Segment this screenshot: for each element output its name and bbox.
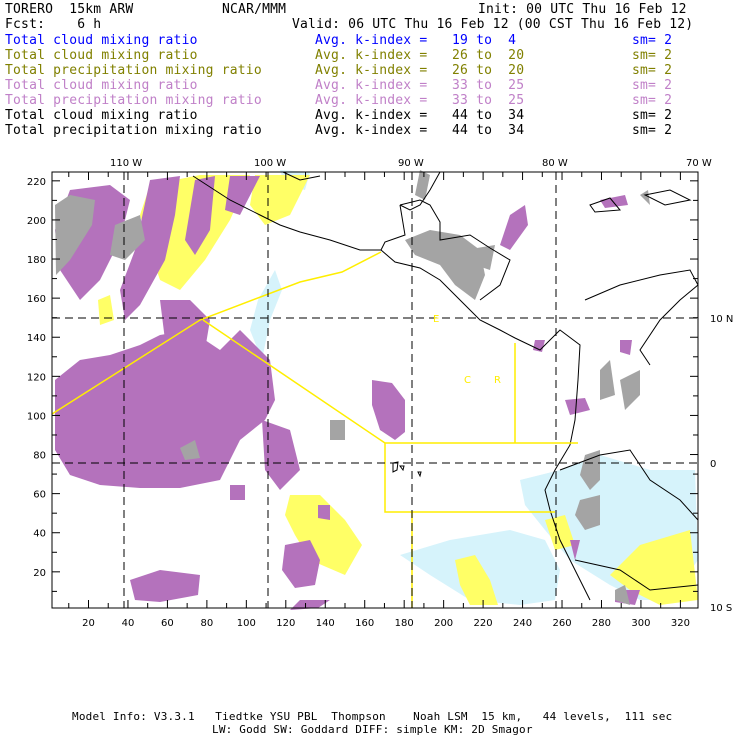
lat-label: 10 S bbox=[710, 603, 732, 614]
x-tick-label: 200 bbox=[434, 618, 453, 629]
x-tick-label: 260 bbox=[552, 618, 571, 629]
shaded-fields bbox=[55, 170, 698, 610]
y-tick-label: 140 bbox=[27, 333, 46, 344]
lat-label: 10 N bbox=[710, 314, 733, 325]
lon-label: 90 W bbox=[398, 158, 424, 169]
x-tick-label: 160 bbox=[355, 618, 374, 629]
x-tick-label: 80 bbox=[201, 618, 214, 629]
region-label-r: R bbox=[494, 375, 501, 386]
region-label-c: C bbox=[464, 375, 471, 386]
y-tick-label: 40 bbox=[33, 529, 46, 540]
x-tick-label: 220 bbox=[474, 618, 493, 629]
region-labels: E C R bbox=[433, 314, 501, 386]
y-tick-label: 80 bbox=[33, 451, 46, 462]
x-tick-label: 300 bbox=[631, 618, 650, 629]
x-tick-label: 120 bbox=[276, 618, 295, 629]
map-plot: 20 40 60 80 100 120 140 160 180 200 220 240 260 280 30… bbox=[27, 158, 733, 629]
model-physics: LW: Godd SW: Goddard DIFF: simple KM: 2D… bbox=[212, 723, 533, 736]
lon-label: 100 W bbox=[254, 158, 286, 169]
y-tick-label: 120 bbox=[27, 372, 46, 383]
x-tick-label: 140 bbox=[316, 618, 335, 629]
x-tick-label: 20 bbox=[82, 618, 95, 629]
y-tick-label: 220 bbox=[27, 177, 46, 188]
y-tick-label: 160 bbox=[27, 294, 46, 305]
x-tick-label: 240 bbox=[513, 618, 532, 629]
x-tick-label: 180 bbox=[395, 618, 414, 629]
lon-label: 80 W bbox=[542, 158, 568, 169]
x-tick-label: 40 bbox=[122, 618, 135, 629]
y-tick-label: 100 bbox=[27, 411, 46, 422]
y-tick-label: 20 bbox=[33, 568, 46, 579]
y-tick-label: 180 bbox=[27, 255, 46, 266]
x-tick-label: 60 bbox=[161, 618, 174, 629]
lon-label: 110 W bbox=[110, 158, 142, 169]
y-tick-label: 60 bbox=[33, 490, 46, 501]
x-tick-label: 100 bbox=[237, 618, 256, 629]
x-tick-label: 280 bbox=[592, 618, 611, 629]
y-tick-label: 200 bbox=[27, 216, 46, 227]
x-tick-label: 320 bbox=[671, 618, 690, 629]
lon-label: 70 W bbox=[686, 158, 712, 169]
region-label-e: E bbox=[433, 314, 439, 325]
model-info: Model Info: V3.3.1 Tiedtke YSU PBL Thomp… bbox=[72, 710, 673, 723]
lat-label: 0 bbox=[710, 459, 716, 470]
